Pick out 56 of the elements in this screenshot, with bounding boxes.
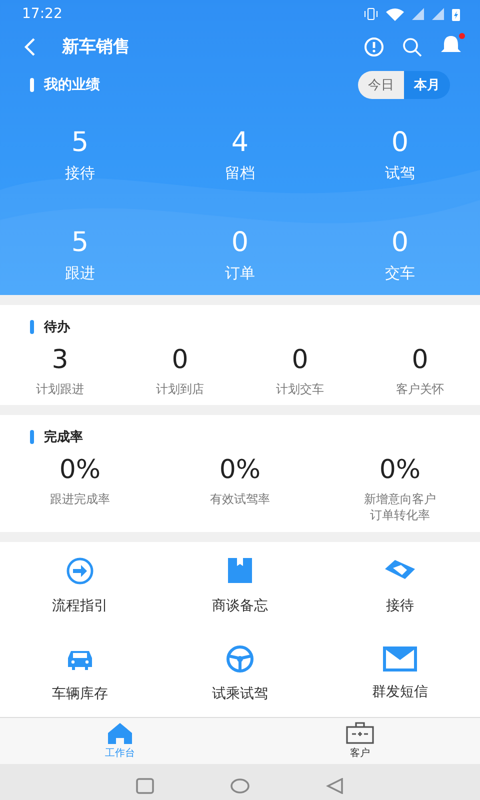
bell-icon [440, 34, 462, 54]
stat-label: 交车 [385, 264, 415, 283]
stat-label: 跟进 [65, 264, 95, 283]
page-title: 新车销售 [62, 36, 131, 58]
stat-value: 4 [231, 127, 249, 158]
home-icon [107, 722, 133, 744]
stat-value: 5 [71, 127, 89, 158]
rate-label: 跟进完成率 [50, 491, 110, 508]
rate-label: 新增意向客户订单转化率 [362, 491, 437, 524]
stat-value: 0 [231, 227, 249, 258]
alert-icon[interactable] [364, 36, 384, 56]
shortcut-label[interactable]: 商谈备忘 [212, 597, 268, 616]
rate-value: 0% [59, 455, 101, 486]
todo-value: 3 [52, 345, 68, 375]
stat-label: 订单 [225, 264, 255, 283]
todo-label: 计划到店 [156, 381, 204, 398]
back-icon[interactable] [24, 36, 36, 56]
todo-label: 计划跟进 [36, 381, 84, 398]
signal-icon [412, 8, 424, 20]
shortcut-label[interactable]: 流程指引 [52, 597, 108, 616]
todo-label: 客户关怀 [396, 381, 444, 398]
todo-value: 0 [172, 345, 188, 375]
briefcase-icon [346, 722, 374, 744]
section-title: 我的业绩 [44, 76, 101, 94]
stat-value: 0 [391, 227, 409, 258]
shortcut-label[interactable]: 试乘试驾 [212, 684, 268, 703]
envelope-icon [383, 644, 417, 673]
stat-value: 0 [391, 127, 409, 158]
shortcut-label[interactable]: 接待 [386, 597, 414, 616]
stat-label: 接待 [65, 164, 95, 183]
shortcut-label[interactable]: 车辆库存 [52, 684, 108, 703]
stat-label: 试驾 [385, 164, 415, 183]
card-title: 完成率 [44, 428, 83, 446]
vibrate-icon [364, 8, 378, 20]
shortcut-label[interactable]: 群发短信 [372, 682, 428, 701]
battery-icon [452, 8, 460, 20]
rate-value: 0% [219, 455, 261, 486]
bottom-tab[interactable]: 客户 [240, 718, 480, 764]
period-tab[interactable]: 今日 [358, 71, 404, 99]
period-tab[interactable]: 本月 [404, 71, 450, 99]
recents-icon[interactable] [136, 778, 154, 794]
rate-label: 有效试驾率 [210, 491, 270, 508]
steering-wheel-icon [224, 642, 256, 675]
search-icon[interactable] [402, 36, 422, 56]
todo-label: 计划交车 [276, 381, 324, 398]
rate-value: 0% [379, 455, 421, 486]
signal-icon [432, 8, 444, 20]
todo-value: 0 [292, 345, 308, 375]
todo-value: 0 [412, 345, 428, 375]
back-nav-icon[interactable] [326, 778, 344, 794]
home-nav-icon[interactable] [230, 778, 250, 794]
stat-value: 5 [71, 227, 89, 258]
wifi-icon [386, 8, 404, 20]
card-title: 待办 [44, 319, 70, 336]
status-time: 17:22 [22, 6, 62, 22]
stat-label: 留档 [225, 164, 255, 183]
